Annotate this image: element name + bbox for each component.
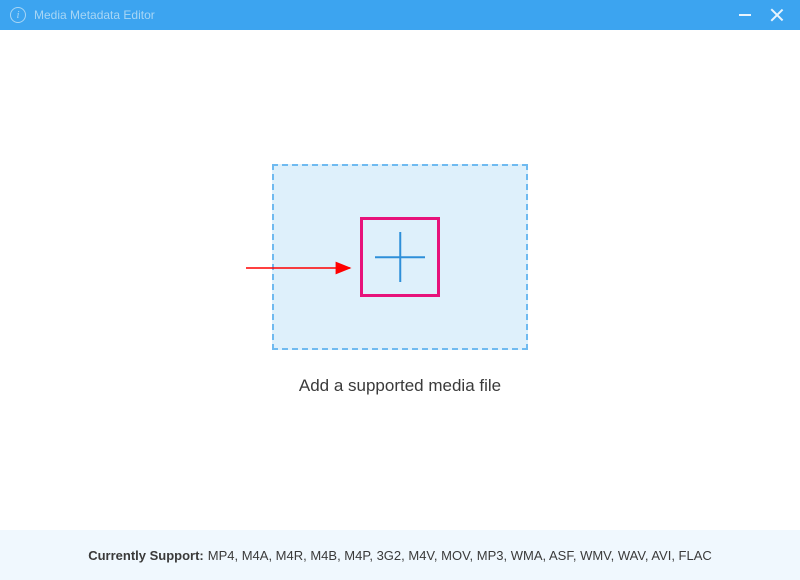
footer: Currently Support: MP4, M4A, M4R, M4B, M… bbox=[0, 530, 800, 580]
window-title: Media Metadata Editor bbox=[34, 8, 738, 22]
window-controls bbox=[738, 8, 790, 22]
titlebar: i Media Metadata Editor bbox=[0, 0, 800, 30]
main-content: Add a supported media file bbox=[0, 30, 800, 530]
footer-label: Currently Support: bbox=[88, 548, 204, 563]
dropzone-label: Add a supported media file bbox=[299, 376, 501, 396]
info-icon: i bbox=[10, 7, 26, 23]
supported-formats: MP4, M4A, M4R, M4B, M4P, 3G2, M4V, MOV, … bbox=[208, 548, 712, 563]
minimize-button[interactable] bbox=[738, 8, 752, 22]
file-dropzone[interactable] bbox=[272, 164, 528, 350]
close-button[interactable] bbox=[770, 8, 784, 22]
dropzone-group: Add a supported media file bbox=[272, 164, 528, 396]
add-file-button[interactable] bbox=[375, 232, 425, 282]
